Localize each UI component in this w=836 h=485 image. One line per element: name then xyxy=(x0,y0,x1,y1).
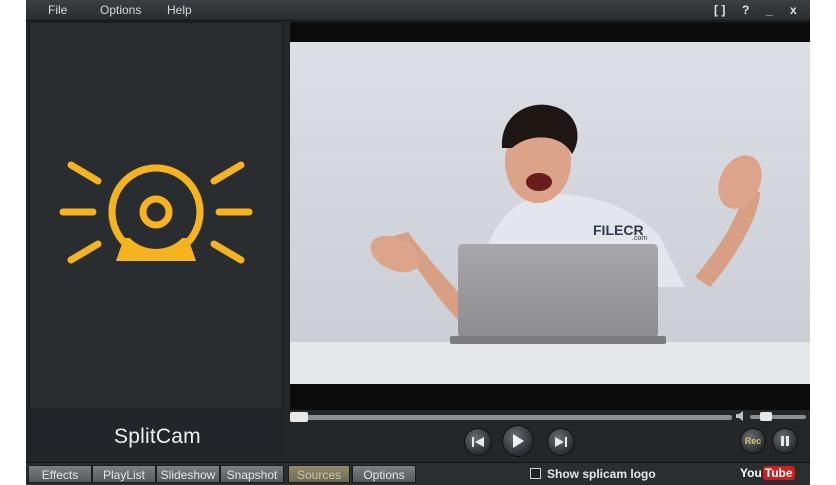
tab-options[interactable]: Options xyxy=(352,465,416,483)
show-logo-checkbox[interactable] xyxy=(530,468,541,479)
brand-logo: SplitCam xyxy=(114,425,201,448)
seek-handle[interactable] xyxy=(290,412,308,422)
webcam-logo-icon xyxy=(59,161,253,264)
tab-slideshow[interactable]: Slideshow xyxy=(156,465,220,483)
pause-button[interactable] xyxy=(772,428,798,454)
menu-options[interactable]: Options xyxy=(100,3,141,17)
menu-bar: File Options Help [ ] ? _ x xyxy=(26,0,810,21)
minimize-button[interactable]: _ xyxy=(766,3,773,17)
record-button[interactable]: Rec xyxy=(740,428,766,454)
bottom-tab-bar: Effects PlayList Slideshow Snapshot Sour… xyxy=(26,462,810,485)
webcam-video-frame xyxy=(290,42,810,384)
video-preview: FILECR .com xyxy=(290,22,810,410)
youtube-logo-you: You xyxy=(740,466,762,480)
volume-handle[interactable] xyxy=(760,412,772,421)
volume-icon xyxy=(736,411,743,421)
menu-file[interactable]: File xyxy=(48,3,67,17)
close-button[interactable]: x xyxy=(790,3,797,17)
play-button[interactable] xyxy=(502,425,534,457)
brand-area: SplitCam xyxy=(26,408,284,462)
fullscreen-button[interactable]: [ ] xyxy=(714,3,725,17)
pause-icon xyxy=(781,436,789,446)
youtube-logo-tube: Tube xyxy=(762,466,795,480)
play-icon xyxy=(513,434,524,448)
volume-slider[interactable] xyxy=(750,415,806,419)
source-preview-panel xyxy=(29,22,283,410)
seek-bar[interactable] xyxy=(290,415,732,420)
splitcam-window: File Options Help [ ] ? _ x SplitCam FIL… xyxy=(26,0,810,485)
tab-sources[interactable]: Sources xyxy=(288,465,350,483)
previous-button[interactable] xyxy=(464,428,492,456)
next-button[interactable] xyxy=(547,428,575,456)
next-icon xyxy=(555,437,567,447)
youtube-button[interactable]: You Tube xyxy=(740,466,795,480)
tab-effects[interactable]: Effects xyxy=(28,465,92,483)
show-logo-label: Show splicam logo xyxy=(547,467,656,481)
previous-icon xyxy=(472,437,484,447)
tab-playlist[interactable]: PlayList xyxy=(92,465,156,483)
watermark-suffix: .com xyxy=(632,235,648,242)
help-button[interactable]: ? xyxy=(742,3,749,17)
menu-help[interactable]: Help xyxy=(167,3,192,17)
tab-snapshot[interactable]: Snapshot xyxy=(220,465,284,483)
